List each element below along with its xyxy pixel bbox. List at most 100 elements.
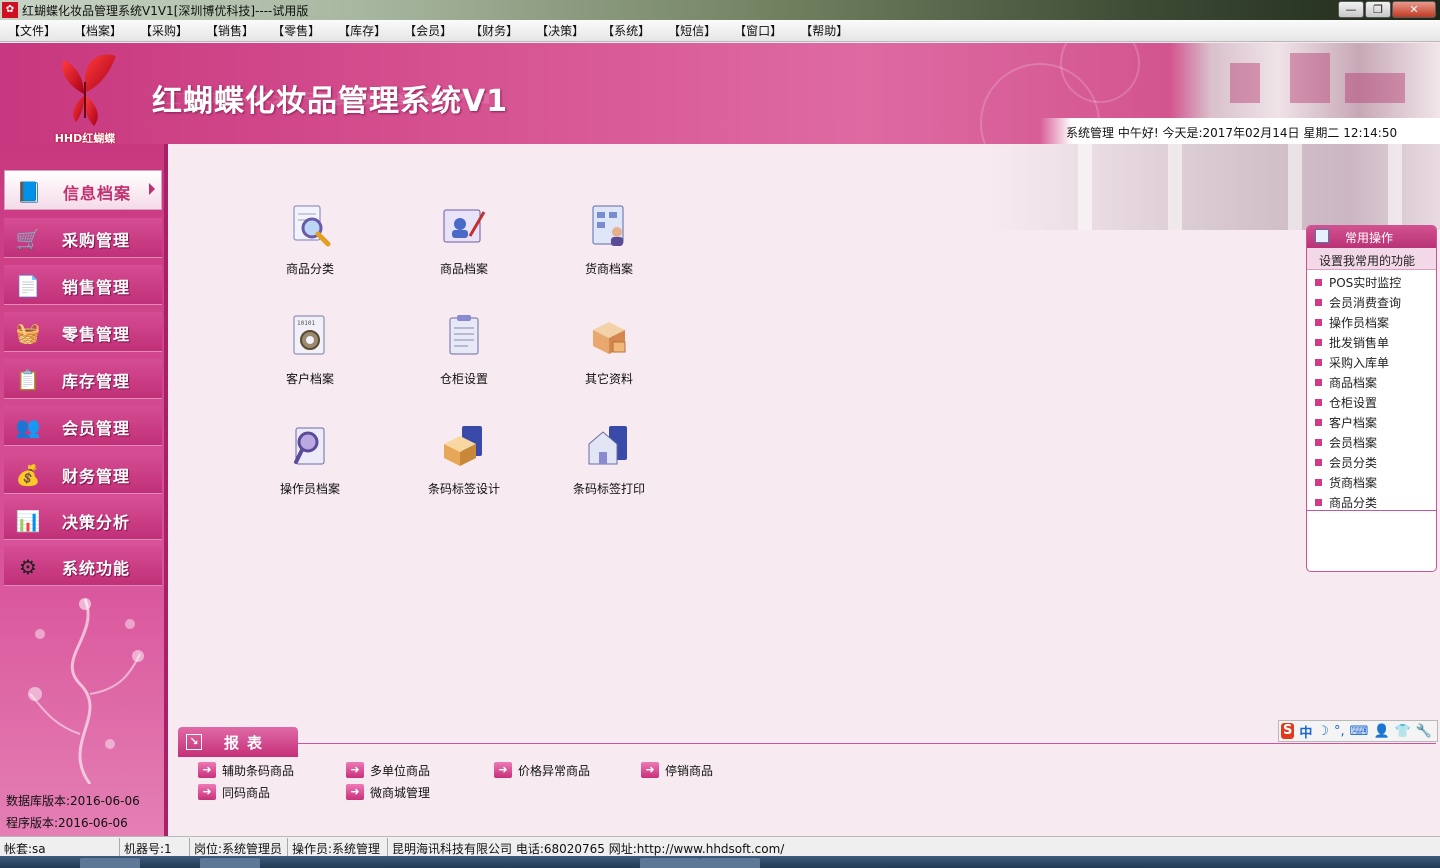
item-label: 条码标签打印	[572, 482, 645, 496]
user-icon[interactable]: 👤	[1373, 724, 1389, 739]
punctuation-icon[interactable]: °,	[1334, 724, 1345, 739]
sidebar-item-finance[interactable]: 💰 财务管理	[4, 454, 162, 494]
sidebar-item-sales[interactable]: 📄 销售管理	[4, 265, 162, 305]
menu-decision[interactable]: 【决策】	[536, 22, 584, 39]
item-label: 操作员档案	[279, 482, 340, 496]
report-multi-unit-products[interactable]: ➜ 多单位商品	[346, 762, 430, 780]
window-title: 红蝴蝶化妆品管理系统V1V1[深圳博优科技]----试用版	[22, 3, 309, 18]
menu-help[interactable]: 【帮助】	[800, 22, 848, 39]
menu-file[interactable]: 【文件】	[8, 22, 56, 39]
ops-item-supplier-archive[interactable]: 货商档案	[1307, 473, 1436, 493]
item-product-category[interactable]: 商品分类	[255, 202, 365, 292]
document-icon: 📄	[15, 274, 41, 298]
ops-item-operator-archive[interactable]: 操作员档案	[1307, 313, 1436, 333]
program-version: 程序版本:2016-06-06	[6, 816, 128, 830]
arrow-right-icon: ➜	[198, 784, 216, 800]
report-aux-barcode-products[interactable]: ➜ 辅助条码商品	[198, 762, 294, 780]
item-operator-archive[interactable]: 操作员档案	[255, 422, 365, 512]
skin-icon[interactable]: 👕	[1395, 724, 1411, 739]
item-barcode-label-print[interactable]: 条码标签打印	[554, 422, 664, 512]
sidebar-item-purchase[interactable]: 🛒 采购管理	[4, 218, 162, 258]
moon-icon[interactable]: ☽	[1317, 724, 1329, 739]
ops-item-warehouse-setting[interactable]: 仓柜设置	[1307, 393, 1436, 413]
logo-text: HHD红蝴蝶	[54, 132, 116, 144]
coins-icon: 💰	[15, 463, 41, 487]
taskbar-button[interactable]	[640, 858, 700, 868]
taskbar-button[interactable]	[700, 858, 760, 868]
report-micro-mall-management[interactable]: ➜ 微商城管理	[346, 784, 430, 802]
item-barcode-label-design[interactable]: 条码标签设计	[409, 422, 519, 512]
item-label: 货商档案	[584, 262, 633, 276]
ops-item-member-consumption[interactable]: 会员消费查询	[1307, 293, 1436, 313]
sogou-ime-icon[interactable]: S	[1281, 723, 1295, 739]
keyboard-icon[interactable]: ⌨	[1350, 724, 1369, 739]
item-customer-archive[interactable]: 10101 客户档案	[255, 312, 365, 402]
sidebar-item-decision[interactable]: 📊 决策分析	[4, 500, 162, 540]
minimize-button[interactable]: —	[1338, 1, 1364, 18]
item-label: 其它资料	[584, 372, 633, 386]
status-account: 帐套:sa	[0, 837, 120, 856]
ops-item-product-archive[interactable]: 商品档案	[1307, 373, 1436, 393]
report-abnormal-price-products[interactable]: ➜ 价格异常商品	[494, 762, 590, 780]
file-user-icon: 📘	[16, 180, 42, 204]
sidebar-item-label: 信息档案	[63, 184, 132, 203]
reports-tab[interactable]: ↘ 报表	[178, 727, 298, 757]
edit-doc-icon	[440, 202, 488, 250]
menu-finance[interactable]: 【财务】	[470, 22, 518, 39]
close-button[interactable]: ✕	[1392, 1, 1436, 18]
menu-sales[interactable]: 【销售】	[206, 22, 254, 39]
ops-item-member-archive[interactable]: 会员档案	[1307, 433, 1436, 453]
maximize-button[interactable]: ❐	[1365, 1, 1391, 18]
menu-retail[interactable]: 【零售】	[272, 22, 320, 39]
ops-item-pos-monitor[interactable]: POS实时监控	[1307, 273, 1436, 293]
common-operations-header: 常用操作	[1307, 226, 1436, 248]
status-bar: 帐套:sa 机器号:1 岗位:系统管理员 操作员:系统管理 昆明海讯科技有限公司…	[0, 836, 1440, 856]
report-same-code-products[interactable]: ➜ 同码商品	[198, 784, 270, 802]
item-supplier-archive[interactable]: 货商档案	[554, 202, 664, 292]
window-controls: — ❐ ✕	[1337, 1, 1436, 18]
menu-purchase[interactable]: 【采购】	[140, 22, 188, 39]
customer-gear-icon: 10101	[286, 312, 334, 360]
menu-inventory[interactable]: 【库存】	[338, 22, 386, 39]
ops-item-member-category[interactable]: 会员分类	[1307, 453, 1436, 473]
menu-member[interactable]: 【会员】	[404, 22, 452, 39]
floral-decoration	[28, 598, 144, 784]
item-warehouse-setting[interactable]: 仓柜设置	[409, 312, 519, 402]
item-label: 条码标签设计	[427, 482, 500, 496]
taskbar-button[interactable]	[200, 858, 260, 868]
menu-sms[interactable]: 【短信】	[668, 22, 716, 39]
square-bullet-icon	[1315, 479, 1322, 486]
sidebar-item-label: 零售管理	[62, 325, 131, 344]
sidebar-item-system[interactable]: ⚙ 系统功能	[4, 546, 162, 586]
item-product-archive[interactable]: 商品档案	[409, 202, 519, 292]
report-discontinued-products[interactable]: ➜ 停销商品	[641, 762, 713, 780]
item-other-data[interactable]: 其它资料	[554, 312, 664, 402]
sidebar-item-retail[interactable]: 🧺 零售管理	[4, 312, 162, 352]
sidebar-item-member[interactable]: 👥 会员管理	[4, 406, 162, 446]
basket-icon: 🧺	[15, 321, 41, 345]
square-bullet-icon	[1315, 359, 1322, 366]
chevron-right-icon	[149, 183, 155, 195]
square-bullet-icon	[1315, 499, 1322, 506]
menu-window[interactable]: 【窗口】	[734, 22, 782, 39]
ops-item-wholesale-order[interactable]: 批发销售单	[1307, 333, 1436, 353]
sidebar-item-info-archive[interactable]: 📘 信息档案	[4, 170, 162, 210]
ops-item-purchase-receipt[interactable]: 采购入库单	[1307, 353, 1436, 373]
ime-toolbar: S 中 ☽ °, ⌨ 👤 👕 🔧	[1278, 720, 1438, 742]
warehouse-doc-icon	[440, 312, 488, 360]
sidebar-item-label: 会员管理	[62, 419, 131, 438]
wrench-icon[interactable]: 🔧	[1416, 724, 1432, 739]
cart-icon: 🛒	[15, 227, 41, 251]
menu-system[interactable]: 【系统】	[602, 22, 650, 39]
sidebar-item-label: 财务管理	[62, 467, 131, 486]
ops-item-customer-archive[interactable]: 客户档案	[1307, 413, 1436, 433]
taskbar-button[interactable]	[80, 858, 140, 868]
menu-archive[interactable]: 【档案】	[74, 22, 122, 39]
chinese-mode-toggle[interactable]: 中	[1299, 722, 1312, 741]
users-icon: 👥	[15, 415, 41, 439]
set-favorites-link[interactable]: 设置我常用的功能	[1307, 248, 1436, 270]
panel-icon	[1315, 229, 1329, 243]
sidebar-item-inventory[interactable]: 📋 库存管理	[4, 359, 162, 399]
item-label: 客户档案	[285, 372, 334, 386]
status-operator: 操作员:系统管理	[288, 837, 388, 856]
